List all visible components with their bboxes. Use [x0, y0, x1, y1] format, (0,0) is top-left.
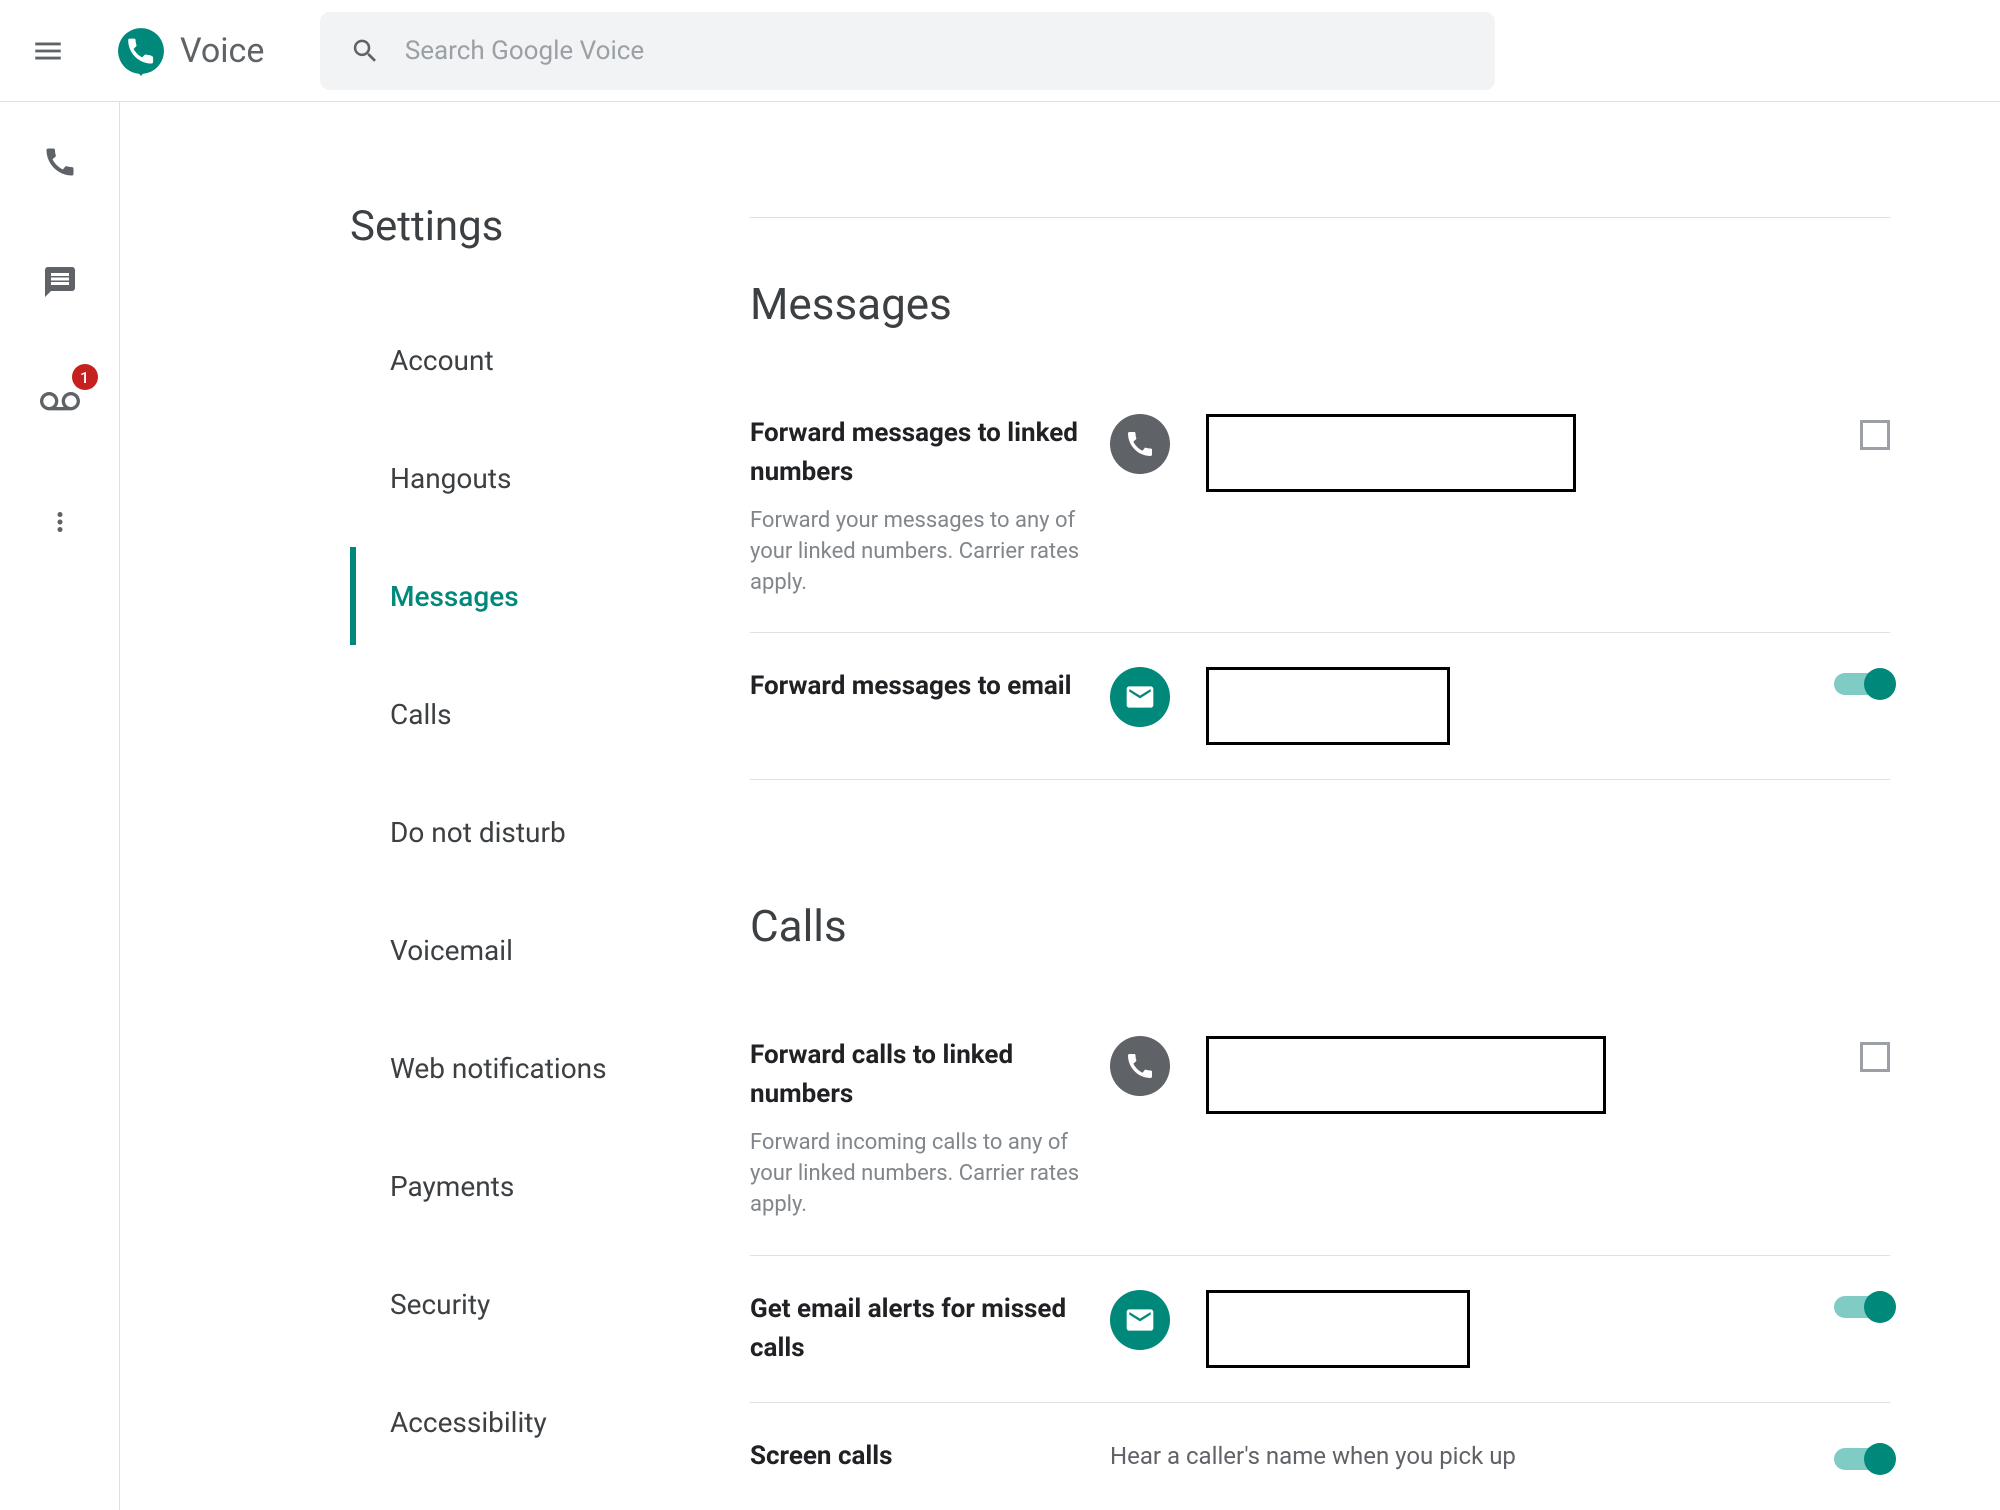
nav-payments[interactable]: Payments	[350, 1127, 750, 1245]
toggle-forward-msg-email[interactable]	[1834, 673, 1890, 695]
setting-forward-calls-linked: Forward calls to linked numbers Forward …	[750, 1002, 1890, 1255]
email-field[interactable]	[1206, 667, 1450, 745]
left-rail: 1	[0, 102, 120, 1510]
nav-webnotif[interactable]: Web notifications	[350, 1009, 750, 1127]
section-title-messages: Messages	[750, 278, 1890, 330]
nav-account[interactable]: Account	[350, 301, 750, 419]
nav-hangouts[interactable]: Hangouts	[350, 419, 750, 537]
nav-accessibility[interactable]: Accessibility	[350, 1363, 750, 1481]
missed-email-field[interactable]	[1206, 1290, 1470, 1368]
nav-dnd[interactable]: Do not disturb	[350, 773, 750, 891]
linked-number-calls-field[interactable]	[1206, 1036, 1606, 1114]
setting-forward-messages-linked: Forward messages to linked numbers Forwa…	[750, 380, 1890, 633]
checkbox-forward-msg-linked[interactable]	[1860, 420, 1890, 450]
email-icon	[1110, 1290, 1170, 1350]
app-name: Voice	[180, 31, 264, 71]
setting-screen-calls: Screen calls Hear a caller's name when y…	[750, 1403, 1890, 1510]
setting-forward-messages-email: Forward messages to email	[750, 633, 1890, 780]
nav-messages[interactable]: Messages	[350, 537, 750, 655]
checkbox-forward-calls-linked[interactable]	[1860, 1042, 1890, 1072]
header: Voice	[0, 0, 2000, 102]
logo[interactable]: Voice	[116, 26, 264, 76]
settings-nav: Settings Account Hangouts Messages Calls…	[350, 102, 750, 1510]
settings-content: Messages Forward messages to linked numb…	[750, 102, 1890, 1510]
desc-forward-calls-linked: Forward incoming calls to any of your li…	[750, 1128, 1080, 1220]
desc-screen-calls: Hear a caller's name when you pick up	[1110, 1442, 1516, 1470]
search-bar[interactable]	[320, 12, 1495, 90]
phone-icon	[1110, 414, 1170, 474]
label-missed-call-email: Get email alerts for missed calls	[750, 1290, 1080, 1368]
desc-forward-msg-linked: Forward your messages to any of your lin…	[750, 506, 1080, 598]
linked-number-field[interactable]	[1206, 414, 1576, 492]
nav-calls[interactable]: Calls	[350, 655, 750, 773]
section-title-calls: Calls	[750, 860, 1890, 952]
voicemail-badge: 1	[72, 364, 98, 390]
voice-logo-icon	[116, 26, 166, 76]
setting-missed-call-email: Get email alerts for missed calls	[750, 1256, 1890, 1403]
label-screen-calls: Screen calls	[750, 1437, 1080, 1476]
settings-title: Settings	[350, 202, 750, 251]
phone-icon	[1110, 1036, 1170, 1096]
messages-tab-icon[interactable]	[40, 262, 80, 302]
label-forward-msg-email: Forward messages to email	[750, 667, 1080, 706]
search-input[interactable]	[405, 36, 1466, 66]
label-forward-msg-linked: Forward messages to linked numbers	[750, 414, 1080, 492]
toggle-screen-calls[interactable]	[1834, 1448, 1890, 1470]
menu-icon[interactable]	[28, 31, 68, 71]
toggle-missed-call-email[interactable]	[1834, 1296, 1890, 1318]
more-icon[interactable]	[40, 502, 80, 542]
voicemail-tab-icon[interactable]: 1	[40, 382, 80, 422]
nav-security[interactable]: Security	[350, 1245, 750, 1363]
search-icon	[350, 35, 380, 67]
nav-voicemail[interactable]: Voicemail	[350, 891, 750, 1009]
email-icon	[1110, 667, 1170, 727]
label-forward-calls-linked: Forward calls to linked numbers	[750, 1036, 1080, 1114]
calls-tab-icon[interactable]	[40, 142, 80, 182]
